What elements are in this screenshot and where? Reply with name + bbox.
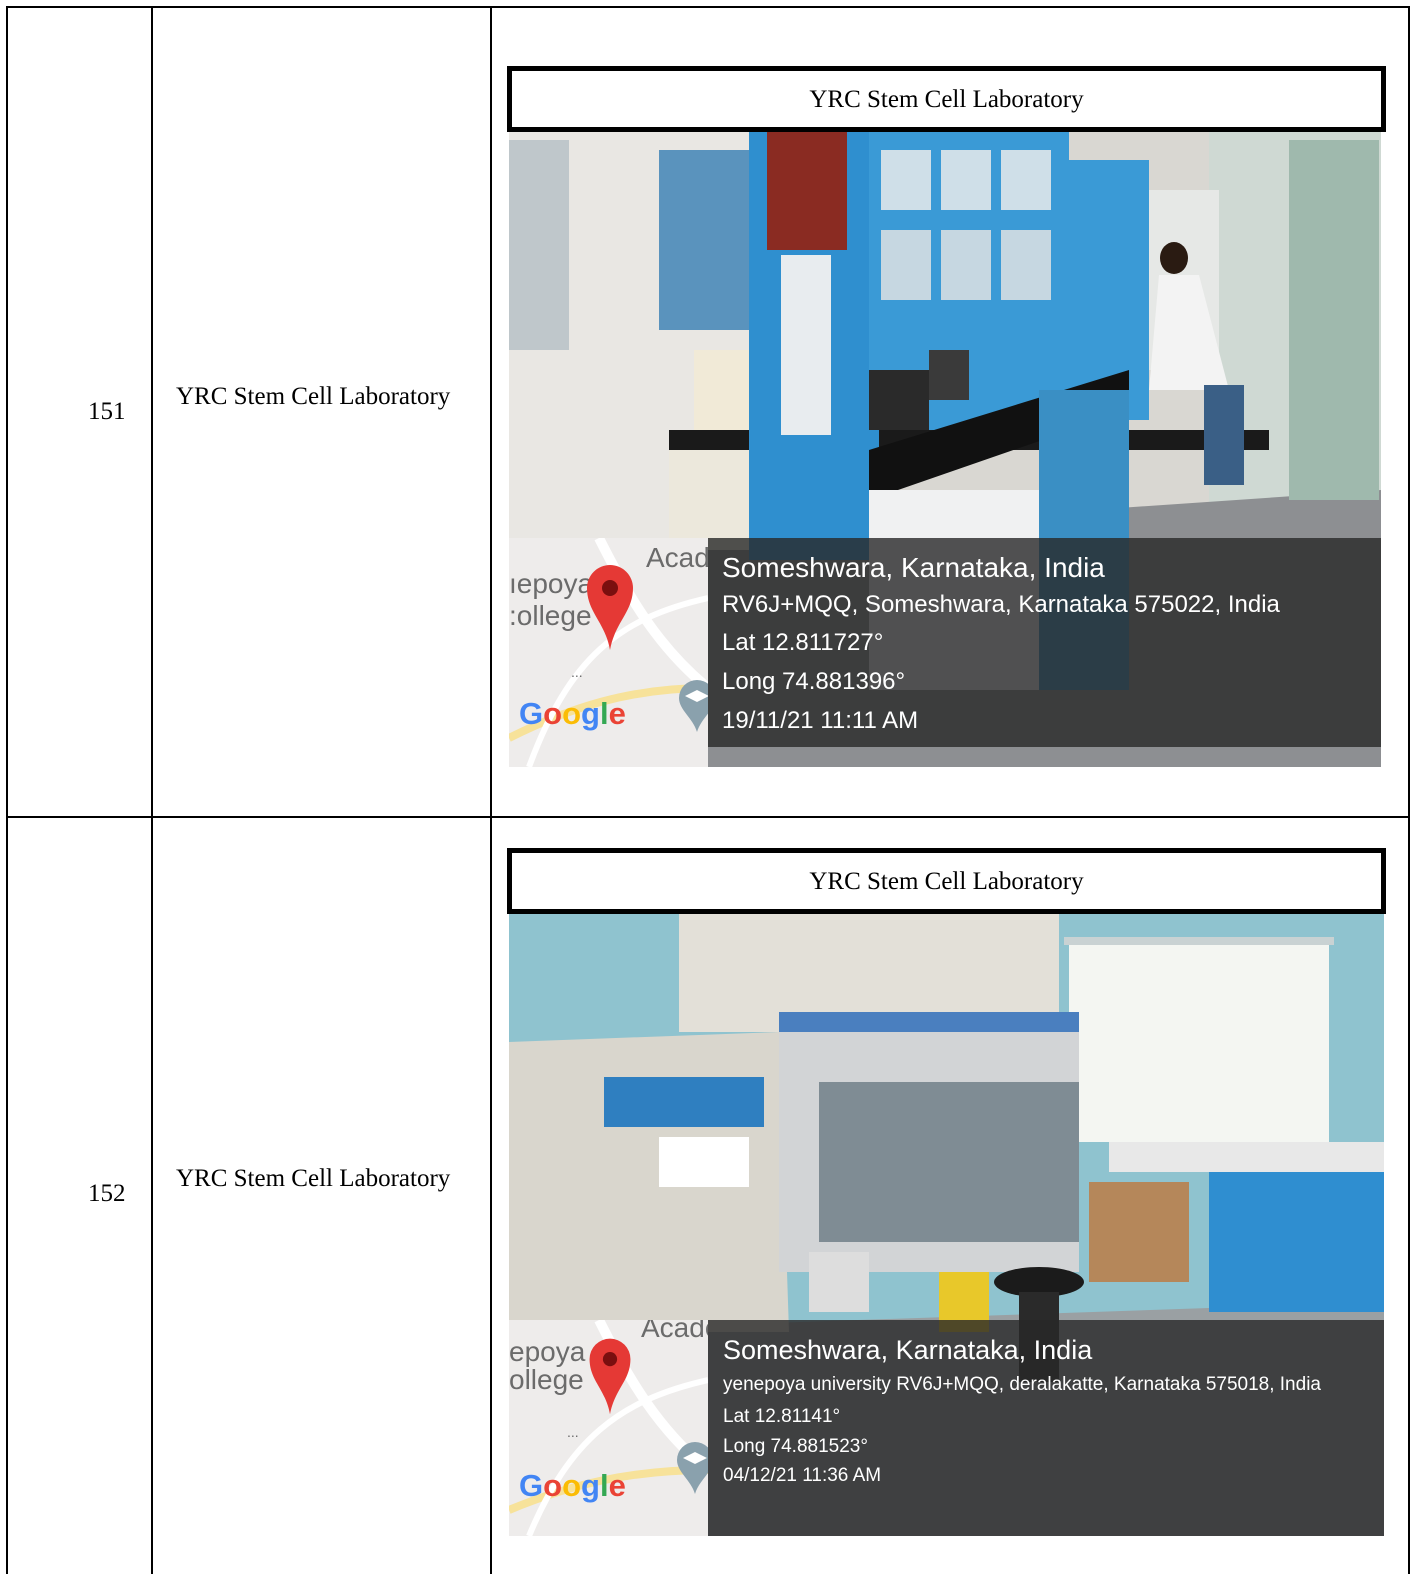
map-label-college-2: ollege [509,1364,584,1395]
geo-place: Someshwara, Karnataka, India [723,1335,1093,1365]
geo-overlay: Someshwara, Karnataka, India RV6J+MQQ, S… [708,538,1381,747]
map-label-college-2: :ollege [509,600,592,631]
geo-longitude: Long 74.881523° [723,1436,868,1457]
row-number: 151 [88,398,126,425]
row-number: 152 [88,1180,126,1207]
lab-photo: Acade epoya ollege ... Google Someshwara… [509,912,1384,1536]
map-ellipsis: ... [567,1424,579,1440]
table-col-divider-2 [490,6,492,1574]
map-label-academy: Acade [641,1320,708,1343]
geo-datetime: 04/12/21 11:36 AM [723,1465,882,1486]
geo-latitude: Lat 12.81141° [723,1406,841,1427]
map-thumbnail: Acade ıepoya :ollege ... Google [509,538,708,767]
map-ellipsis: ... [571,664,583,680]
photo-caption: YRC Stem Cell Laboratory [809,86,1084,113]
graduation-cap-icon [679,680,708,732]
map-pin-icon [589,1338,631,1415]
geo-datetime: 19/11/21 11:11 AM [722,707,919,734]
lab-photo: Acade ıepoya :ollege ... Google Someshwa… [509,130,1381,767]
photo-caption: YRC Stem Cell Laboratory [809,868,1084,895]
graduation-cap-icon [677,1442,708,1494]
google-logo: Google [519,696,626,731]
geo-latitude: Lat 12.811727° [722,629,884,656]
map-thumbnail: Acade epoya ollege ... Google [509,1320,708,1536]
geo-address: yenepoya university RV6J+MQQ, deralakatt… [723,1374,1321,1395]
table-border-right [1408,6,1410,1574]
map-label-academy: Acade [646,542,708,573]
google-logo: Google [519,1468,626,1503]
photo-caption-box: YRC Stem Cell Laboratory [507,66,1386,132]
row-lab-name: YRC Stem Cell Laboratory [176,383,451,410]
geo-overlay: Someshwara, Karnataka, India yenepoya un… [708,1320,1384,1536]
row-lab-name: YRC Stem Cell Laboratory [176,1165,451,1192]
table-border-left [6,6,8,1574]
table-col-divider-1 [151,6,153,1574]
map-label-college-1: ıepoya [509,568,594,599]
geo-address: RV6J+MQQ, Someshwara, Karnataka 575022, … [722,591,1280,618]
map-pin-icon [587,565,633,650]
table-row-divider [6,816,1410,818]
geo-longitude: Long 74.881396° [722,668,906,695]
geo-place: Someshwara, Karnataka, India [722,552,1105,583]
table-border-top [6,6,1410,8]
photo-caption-box: YRC Stem Cell Laboratory [507,848,1386,914]
